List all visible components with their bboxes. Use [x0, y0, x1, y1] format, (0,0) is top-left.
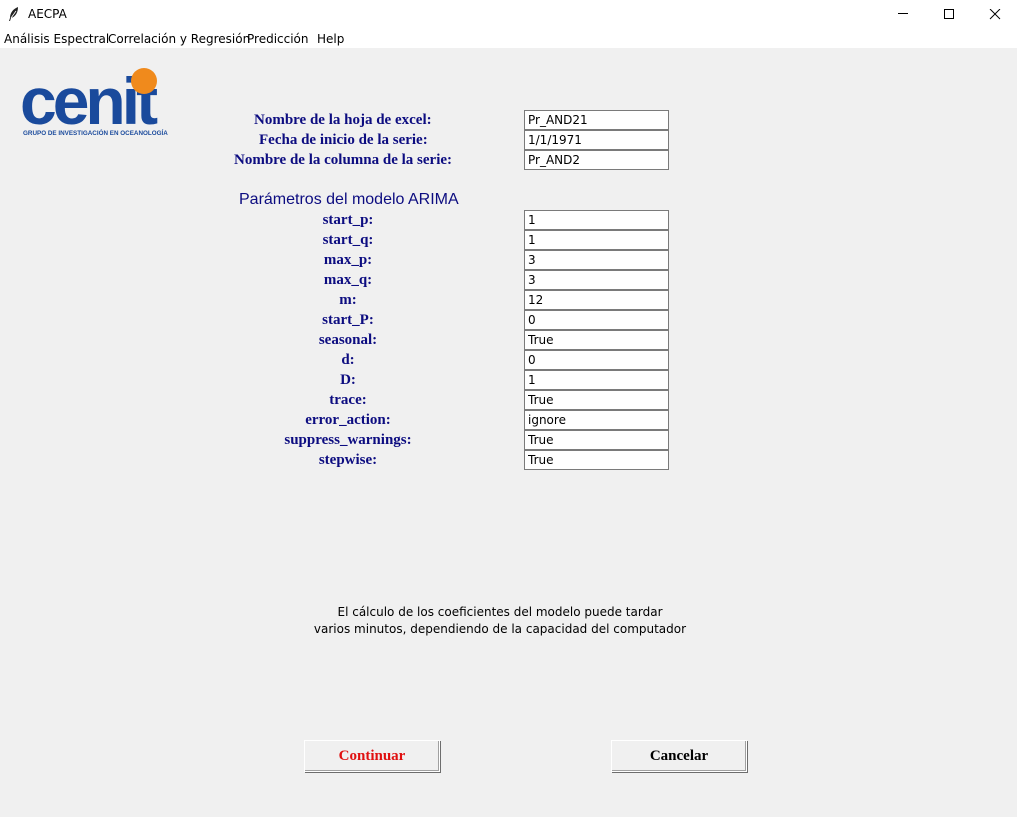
d-input[interactable] [524, 350, 669, 370]
sheet-name-input[interactable] [524, 110, 669, 130]
sheet-name-label: Nombre de la hoja de excel: [254, 112, 432, 128]
title-bar: AECPA [0, 0, 1017, 30]
m-input[interactable] [524, 290, 669, 310]
maximize-icon [944, 9, 954, 19]
param-label: D: [340, 372, 356, 388]
param-label: stepwise: [318, 452, 378, 468]
start-q-input[interactable] [524, 230, 669, 250]
column-name-label: Nombre de la columna de la serie: [234, 152, 453, 168]
minimize-icon [898, 13, 908, 14]
suppress-warnings-input[interactable] [524, 430, 669, 450]
menu-help[interactable]: Help [317, 32, 344, 46]
feather-icon [9, 7, 18, 21]
close-button[interactable] [972, 0, 1017, 30]
stepwise-input[interactable] [524, 450, 669, 470]
max-q-input[interactable] [524, 270, 669, 290]
param-label: start_q: [322, 232, 374, 248]
seasonal-input[interactable] [524, 330, 669, 350]
param-label: m: [339, 292, 357, 308]
max-p-input[interactable] [524, 250, 669, 270]
param-label: trace: [329, 392, 367, 408]
param-label: max_p: [323, 252, 373, 268]
start-P-input[interactable] [524, 310, 669, 330]
param-label: d: [341, 352, 355, 368]
column-name-input[interactable] [524, 150, 669, 170]
error-action-input[interactable] [524, 410, 669, 430]
start-date-input[interactable] [524, 130, 669, 150]
param-label: error_action: [305, 412, 391, 428]
close-icon [989, 9, 1001, 20]
window-title: AECPA [28, 7, 67, 21]
param-label: max_q: [323, 272, 373, 288]
minimize-button[interactable] [880, 0, 926, 30]
menu-bar: Análisis Espectral Correlación y Regresi… [0, 30, 1017, 48]
param-label: suppress_warnings: [284, 432, 412, 448]
menu-prediccion[interactable]: Predicción [247, 32, 309, 46]
continue-button[interactable]: Continuar [304, 740, 440, 772]
note-line-1: El cálculo de los coeficientes del model… [337, 605, 663, 619]
start-date-label: Fecha de inicio de la serie: [259, 132, 428, 148]
cenit-logo: cenit GRUPO DE INVESTIGACIÓN EN OCEANOLO… [20, 64, 168, 138]
svg-text:GRUPO DE INVESTIGACIÓN EN OCEA: GRUPO DE INVESTIGACIÓN EN OCEANOLOGÍA [23, 128, 168, 137]
param-label: start_P: [322, 312, 374, 328]
param-label: seasonal: [318, 332, 378, 348]
duration-note: El cálculo de los coeficientes del model… [300, 604, 700, 638]
cancel-button[interactable]: Cancelar [611, 740, 747, 772]
arima-section-title: Parámetros del modelo ARIMA [239, 191, 459, 208]
trace-input[interactable] [524, 390, 669, 410]
menu-correlacion-regresion[interactable]: Correlación y Regresión [108, 32, 250, 46]
maximize-button[interactable] [926, 0, 972, 30]
param-label: start_p: [322, 212, 374, 228]
menu-analisis-espectral[interactable]: Análisis Espectral [4, 32, 109, 46]
start-p-input[interactable] [524, 210, 669, 230]
note-line-2: varios minutos, dependiendo de la capaci… [313, 622, 687, 636]
D-input[interactable] [524, 370, 669, 390]
